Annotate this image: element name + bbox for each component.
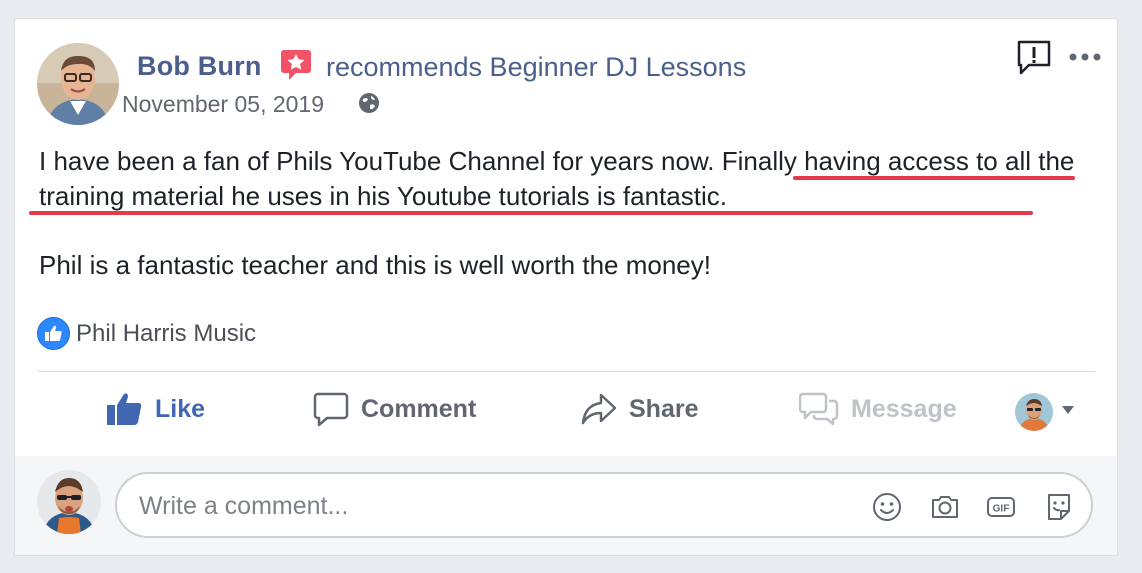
like-icon — [107, 393, 142, 425]
caret-down-icon[interactable] — [1061, 405, 1075, 415]
like-button[interactable]: Like — [105, 391, 205, 427]
camera-icon[interactable] — [929, 491, 961, 523]
share-icon — [581, 393, 617, 425]
page-like-label[interactable]: Phil Harris Music — [76, 320, 256, 348]
share-button[interactable]: Share — [581, 391, 698, 427]
svg-text:GIF: GIF — [993, 504, 1010, 515]
actions-divider — [37, 371, 1095, 372]
post-date[interactable]: November 05, 2019 — [122, 91, 324, 118]
recommend-star-icon — [281, 50, 311, 80]
post-paragraph-2: Phil is a fantastic teacher and this is … — [39, 250, 711, 280]
globe-icon — [359, 93, 379, 113]
share-label: Share — [629, 394, 699, 423]
page-like-icon — [37, 317, 70, 350]
report-icon[interactable] — [1015, 39, 1053, 77]
message-icon — [799, 392, 839, 426]
author-avatar[interactable] — [37, 43, 119, 125]
recommends-text[interactable]: recommends Beginner DJ Lessons — [326, 52, 746, 83]
highlight-underline-1 — [793, 176, 1075, 180]
emoji-icon[interactable] — [871, 491, 903, 523]
page-like-row[interactable]: Phil Harris Music — [37, 317, 256, 350]
comment-button[interactable]: Comment — [313, 391, 476, 427]
like-label: Like — [155, 394, 206, 423]
gif-icon[interactable]: GIF — [985, 491, 1017, 523]
comment-input[interactable] — [137, 486, 841, 526]
sticker-icon[interactable] — [1043, 491, 1075, 523]
highlight-underline-2 — [29, 211, 1033, 215]
message-button[interactable]: Message — [799, 391, 957, 427]
message-label: Message — [851, 394, 957, 423]
post-card: Bob Burn recommends Beginner DJ Lessons … — [14, 18, 1118, 458]
page-avatar-selector[interactable] — [1015, 393, 1053, 431]
post-text-normal: I have been a fan of Phils YouTube Chann… — [39, 146, 722, 176]
comment-composer: GIF — [14, 456, 1118, 556]
comment-input-box[interactable]: GIF — [115, 472, 1093, 538]
comment-icon — [313, 392, 349, 427]
author-name[interactable]: Bob Burn — [137, 51, 262, 82]
comment-label: Comment — [361, 394, 477, 423]
more-icon[interactable] — [1067, 49, 1103, 65]
commenter-avatar[interactable] — [37, 470, 101, 534]
